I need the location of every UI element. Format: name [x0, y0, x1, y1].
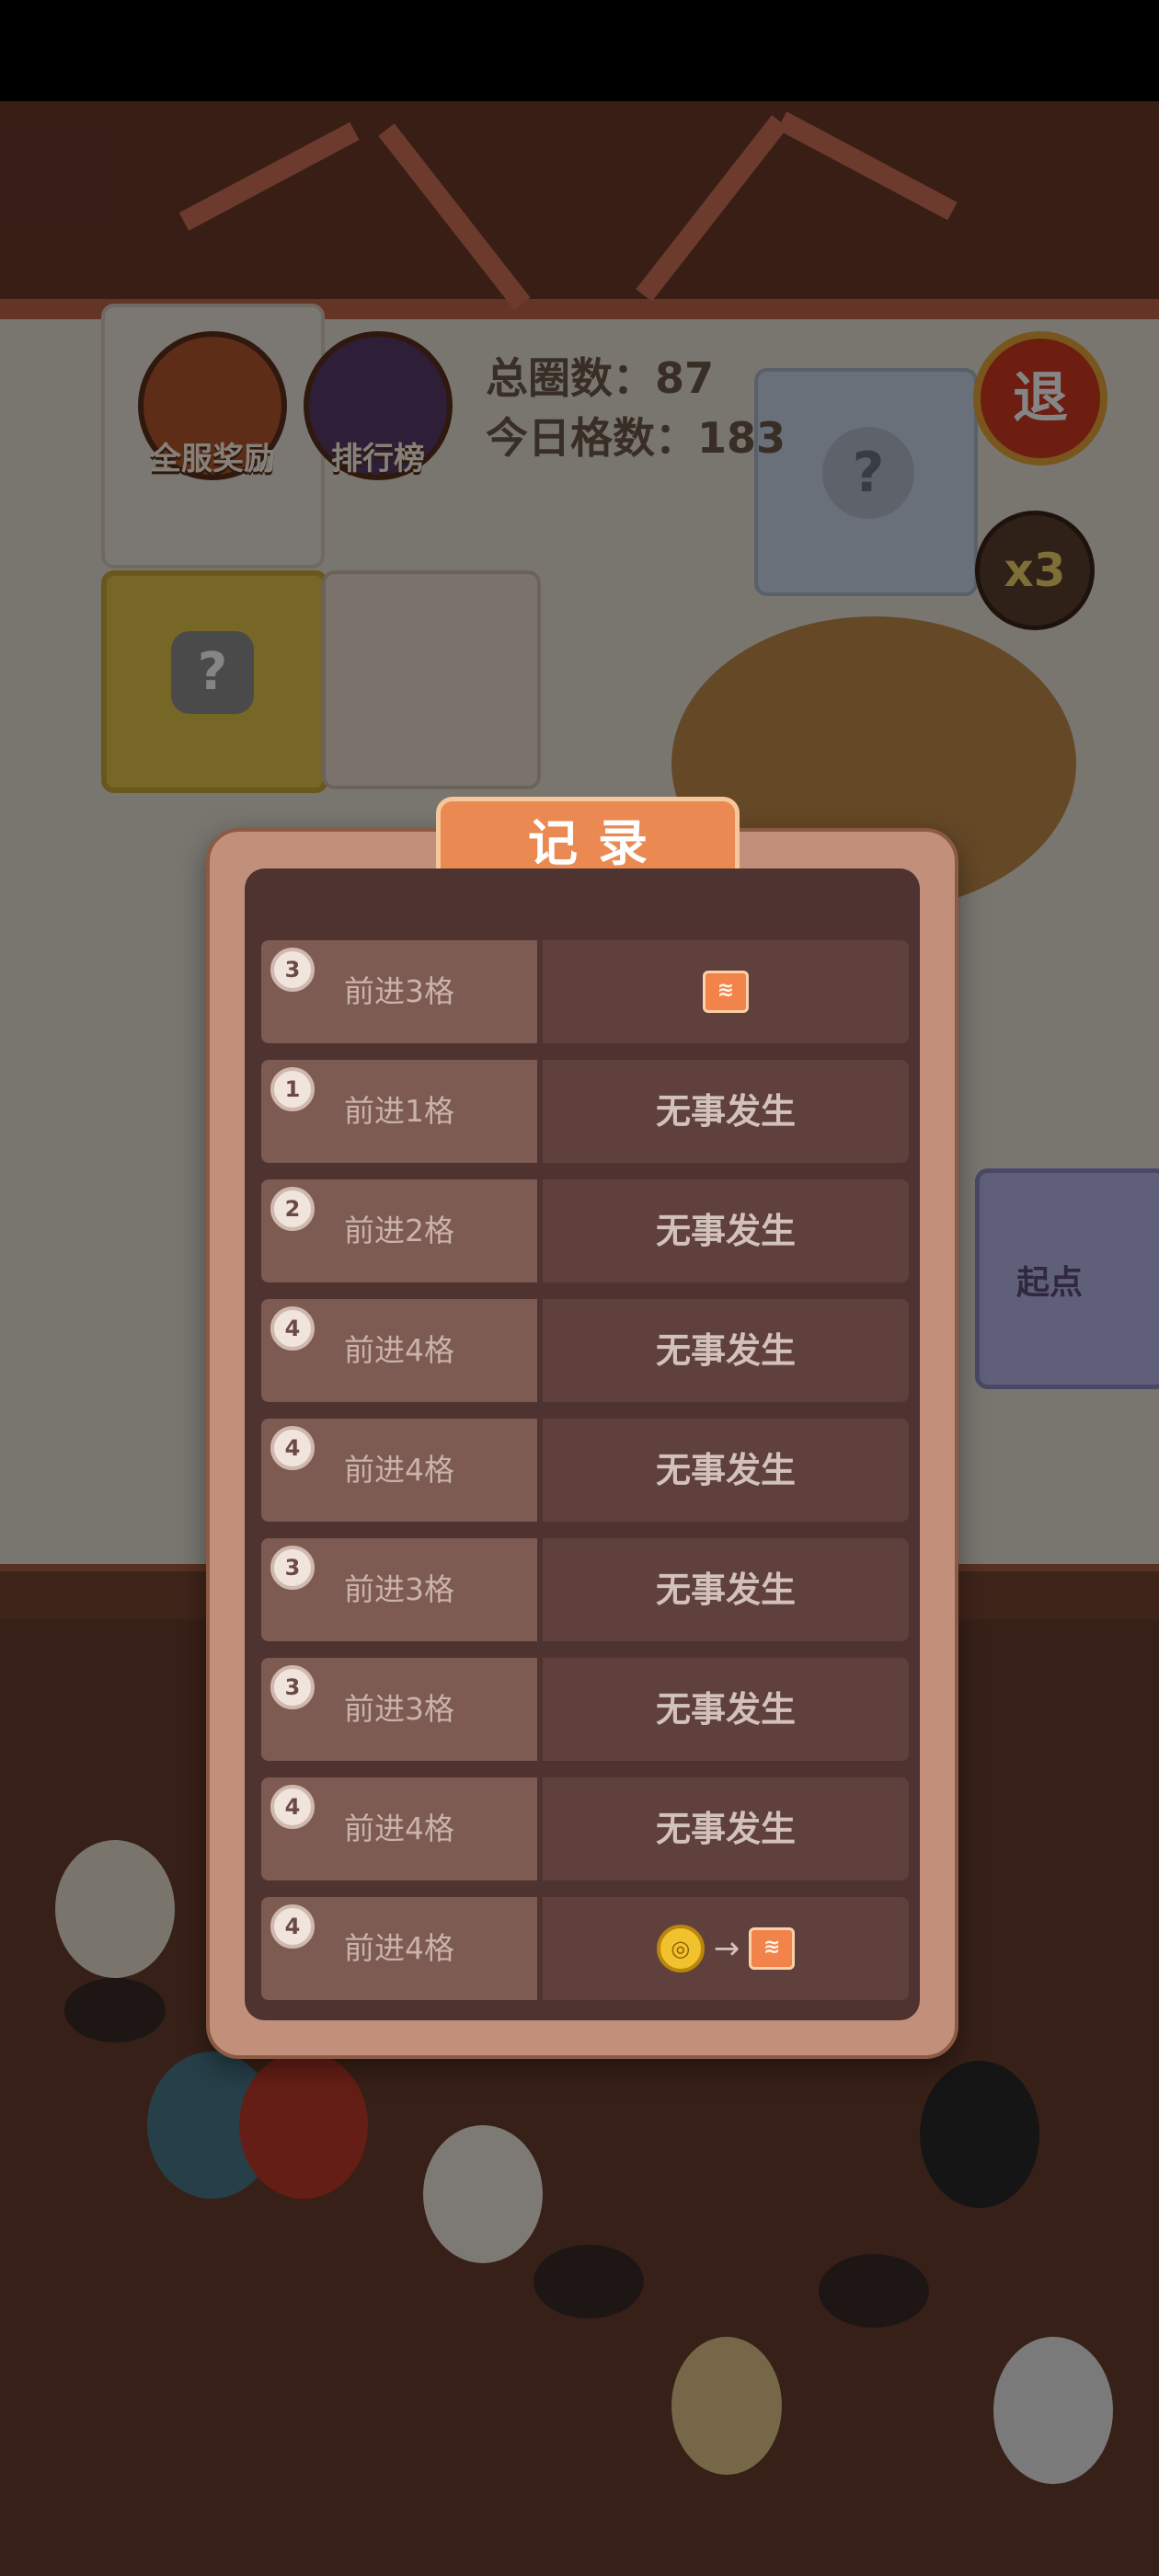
arrow-icon: → — [713, 1930, 740, 1967]
record-list[interactable]: 3 前进3格 ≋ 1 前进1格 无事发生 2 前进2格 无事发生 4 前进4格 无事发生 4 前进4格 无事… — [261, 940, 909, 2017]
tile-icon: ≋ — [749, 1927, 796, 1970]
record-row: 2 前进2格 无事发生 — [261, 1179, 909, 1282]
record-result-icons — [543, 1299, 909, 1402]
record-move-label: 前进4格 — [344, 1811, 454, 1846]
record-result-icons — [543, 1419, 909, 1522]
record-result-icons — [543, 1658, 909, 1761]
record-row: 4 前进4格 ◎ → ≋ — [261, 1897, 909, 2000]
record-move-label: 前进3格 — [344, 1691, 454, 1727]
record-result-icons: ◎ → ≋ — [543, 1897, 909, 2000]
record-row: 1 前进1格 无事发生 — [261, 1060, 909, 1163]
record-row: 4 前进4格 无事发生 — [261, 1419, 909, 1522]
record-result-icons — [543, 1060, 909, 1163]
record-row: 3 前进3格 无事发生 — [261, 1658, 909, 1761]
modal-title: 记录 — [528, 814, 668, 872]
record-row: 4 前进4格 无事发生 — [261, 1777, 909, 1880]
record-move-label: 前进1格 — [344, 1093, 454, 1129]
record-result-icons: ≋ — [543, 940, 909, 1043]
record-move-label: 前进3格 — [344, 1571, 454, 1607]
record-modal: 记录 3 前进3格 ≋ 1 前进1格 无事发生 2 前进2格 无事发生 4 前进4格 无事发生 4 前进4… — [206, 797, 958, 2059]
record-row: 4 前进4格 无事发生 — [261, 1299, 909, 1402]
record-list-panel: 3 前进3格 ≋ 1 前进1格 无事发生 2 前进2格 无事发生 4 前进4格 无事发生 4 前进4格 无事… — [245, 868, 920, 2020]
record-move-label: 前进2格 — [344, 1213, 454, 1248]
record-move-label: 前进4格 — [344, 1452, 454, 1488]
status-bar — [0, 0, 1159, 101]
record-result-icons — [543, 1538, 909, 1641]
record-row: 3 前进3格 ≋ — [261, 940, 909, 1043]
coin-icon: ◎ — [656, 1925, 705, 1972]
record-move-label: 前进3格 — [344, 973, 454, 1009]
record-result-icons — [543, 1179, 909, 1282]
record-move-label: 前进4格 — [344, 1930, 454, 1966]
record-move-label: 前进4格 — [344, 1332, 454, 1368]
tile-icon: ≋ — [703, 971, 749, 1013]
record-result-icons — [543, 1777, 909, 1880]
record-row: 3 前进3格 无事发生 — [261, 1538, 909, 1641]
